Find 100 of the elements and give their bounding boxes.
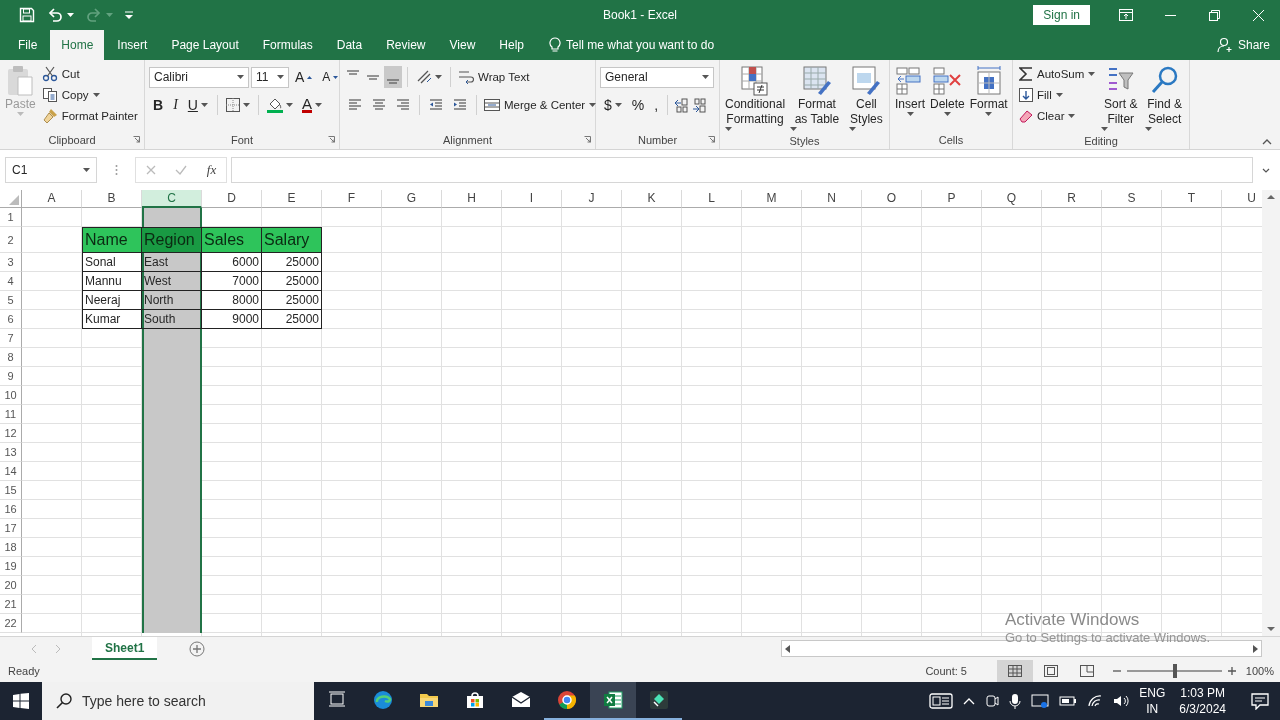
ribbon-tab[interactable]: Insert [106, 30, 159, 60]
column-header[interactable]: N [802, 190, 862, 208]
row-header[interactable]: 1 [0, 208, 22, 227]
row-header[interactable]: 2 [0, 227, 22, 253]
column-header[interactable]: F [322, 190, 382, 208]
input-language[interactable]: ENG IN [1139, 685, 1166, 717]
row-header[interactable]: 12 [0, 424, 22, 443]
row-header[interactable]: 9 [0, 367, 22, 386]
number-format-dropdown[interactable]: General [600, 66, 714, 88]
close-icon[interactable] [1252, 9, 1264, 21]
font-color-button[interactable]: A [297, 94, 326, 116]
column-header[interactable]: G [382, 190, 442, 208]
undo-button[interactable] [47, 7, 74, 23]
row-header[interactable]: 14 [0, 462, 22, 481]
ribbon-tab[interactable]: Help [488, 30, 535, 60]
comma-style-button[interactable]: , [650, 94, 663, 116]
delete-cells-button[interactable]: Delete [929, 63, 966, 130]
column-header[interactable]: B [82, 190, 142, 208]
dialog-launcher-icon[interactable] [584, 136, 591, 143]
increase-decimal-icon[interactable] [673, 97, 690, 113]
column-header[interactable]: J [562, 190, 622, 208]
merge-center-button[interactable]: Merge & Center [482, 94, 599, 116]
column-header[interactable]: E [262, 190, 322, 208]
formula-input[interactable] [231, 157, 1253, 183]
row-header[interactable]: 6 [0, 310, 22, 329]
search-field[interactable]: Type here to search [42, 682, 314, 720]
column-header[interactable]: T [1162, 190, 1222, 208]
dialog-launcher-icon[interactable] [708, 136, 715, 143]
currency-button[interactable]: $ [600, 94, 626, 116]
increase-font-size-button[interactable]: A [291, 66, 317, 88]
column-header[interactable]: P [922, 190, 982, 208]
slider-thumb[interactable] [1172, 664, 1177, 678]
vertical-scrollbar[interactable] [1262, 190, 1280, 636]
splitter-icon[interactable] [114, 164, 118, 176]
clear-button[interactable]: Clear [1017, 105, 1098, 126]
dialog-launcher-icon[interactable] [133, 136, 140, 143]
italic-button[interactable]: I [169, 94, 182, 116]
row-header[interactable]: 13 [0, 443, 22, 462]
ribbon-tab[interactable]: View [438, 30, 487, 60]
ribbon-tab[interactable]: Review [375, 30, 437, 60]
fill-button[interactable]: Fill [1017, 84, 1098, 105]
zoom-level[interactable]: 100% [1242, 665, 1274, 677]
zoom-out-icon[interactable] [1113, 667, 1121, 675]
format-cells-button[interactable]: Format [968, 63, 1009, 130]
insert-cells-button[interactable]: Insert [894, 63, 926, 130]
bold-button[interactable]: B [149, 94, 168, 116]
scroll-down-icon[interactable] [1267, 627, 1275, 632]
share-button[interactable]: Share [1216, 30, 1270, 60]
font-name-dropdown[interactable]: Calibri [149, 66, 249, 88]
decrease-font-size-button[interactable]: A [318, 66, 343, 88]
scroll-right-icon[interactable] [1253, 644, 1258, 653]
taskbar-app[interactable] [590, 682, 636, 720]
ribbon-tab[interactable]: Page Layout [160, 30, 250, 60]
row-header[interactable]: 19 [0, 557, 22, 576]
column-header[interactable]: K [622, 190, 682, 208]
copy-button[interactable]: Copy [39, 84, 140, 105]
row-header[interactable]: 22 [0, 614, 22, 633]
column-header[interactable]: U [1222, 190, 1262, 208]
format-as-table-button[interactable]: Format as Table [789, 63, 845, 133]
sort-filter-button[interactable]: Sort & Filter [1100, 63, 1142, 133]
find-select-button[interactable]: Find & Select [1144, 63, 1185, 133]
restore-icon[interactable] [1208, 9, 1220, 21]
scroll-up-icon[interactable] [1267, 194, 1275, 199]
wrap-text-button[interactable]: Wrap Text [456, 66, 532, 88]
decrease-decimal-icon[interactable] [691, 97, 708, 113]
ribbon-tab[interactable]: File [7, 30, 49, 60]
cell-styles-button[interactable]: Cell Styles [847, 63, 885, 133]
zoom-in-icon[interactable] [1228, 667, 1236, 675]
save-icon[interactable] [19, 7, 35, 23]
row-header[interactable]: 4 [0, 272, 22, 291]
column-header[interactable]: S [1102, 190, 1162, 208]
wifi-icon[interactable] [1087, 694, 1104, 708]
normal-view-button[interactable] [997, 660, 1033, 682]
row-header[interactable]: 5 [0, 291, 22, 310]
font-size-dropdown[interactable]: 11 [251, 66, 289, 88]
column-header[interactable]: Q [982, 190, 1042, 208]
column-header[interactable]: I [502, 190, 562, 208]
windows-logo-icon[interactable] [13, 693, 29, 709]
column-header[interactable]: L [682, 190, 742, 208]
conditional-formatting-button[interactable]: Conditional Formatting [724, 63, 787, 133]
insert-function-button[interactable]: fx [206, 162, 217, 178]
camera-icon[interactable] [985, 693, 1000, 709]
row-header[interactable]: 7 [0, 329, 22, 348]
cut-button[interactable]: Cut [39, 63, 140, 84]
autosum-button[interactable]: AutoSum [1017, 63, 1098, 84]
ribbon-tab[interactable]: Data [325, 30, 374, 60]
row-header[interactable]: 11 [0, 405, 22, 424]
row-header[interactable]: 15 [0, 481, 22, 500]
column-header[interactable]: O [862, 190, 922, 208]
sheet-tab[interactable]: Sheet1 [92, 637, 158, 660]
microphone-icon[interactable] [1009, 693, 1022, 709]
customize-icon[interactable] [125, 11, 133, 19]
volume-icon[interactable] [1113, 694, 1132, 708]
ribbon-tab[interactable]: Formulas [251, 30, 324, 60]
ribbon-display-icon[interactable] [1119, 9, 1133, 21]
row-header[interactable]: 18 [0, 538, 22, 557]
ribbon-tab[interactable]: Home [50, 30, 105, 60]
column-header[interactable]: C [142, 190, 202, 208]
news-icon[interactable] [929, 692, 954, 710]
row-header[interactable]: 21 [0, 595, 22, 614]
